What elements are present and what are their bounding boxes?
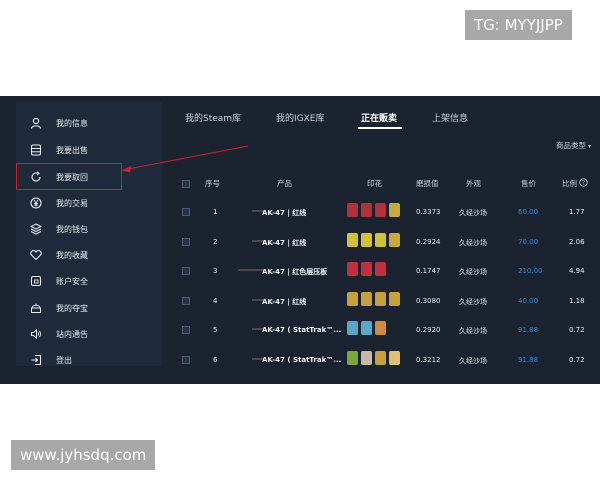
annotation-arrow (121, 145, 249, 173)
watermark-site: www.jyhsdq.com (11, 440, 156, 470)
watermark-tg: TG: MYYJJPP (465, 10, 572, 40)
inventory-app: 我的信息 我要出售 我要取回 我的交易 我的钱包 我的收藏 账户安全 我的夺宝 … (0, 96, 600, 384)
